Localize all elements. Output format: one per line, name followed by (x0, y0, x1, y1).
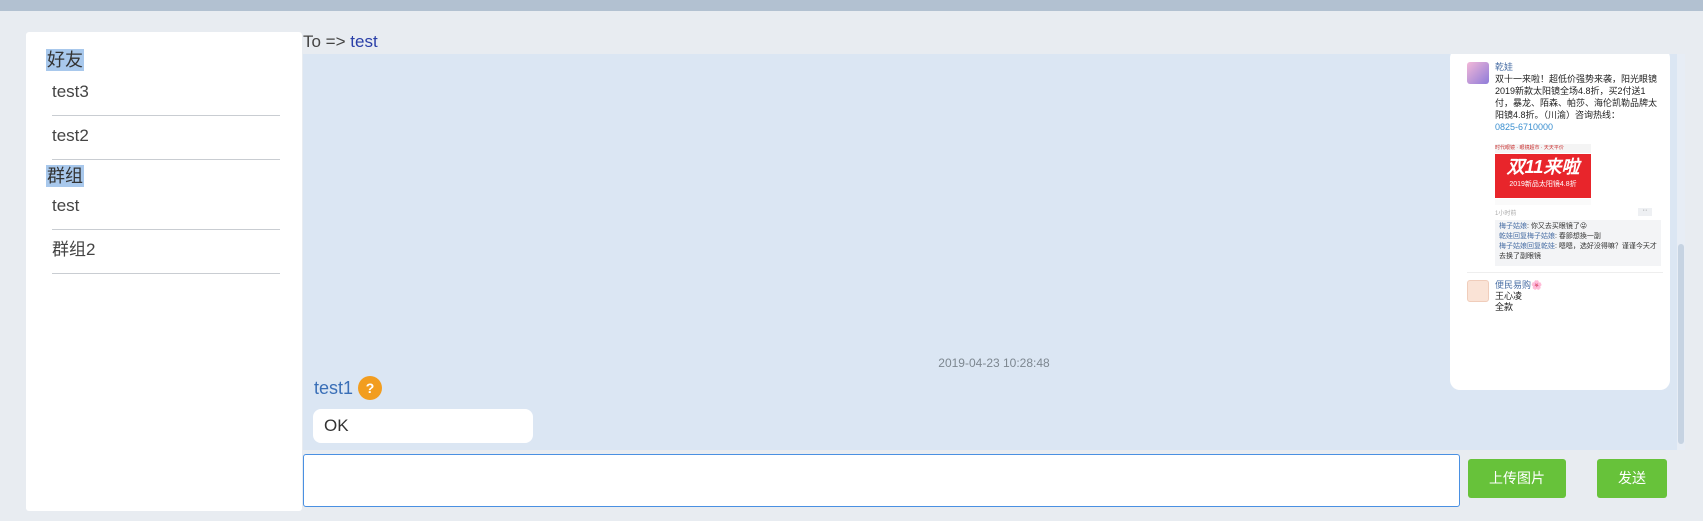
promo-image: 时代眼镜 · 眼镜超市 · 天天平价 双11来啦 2019新品太阳镜4.8折 (1495, 144, 1591, 206)
group-item[interactable]: test (52, 183, 280, 230)
contacts-sidebar: 好友 test3 test2 群组 test 群组2 (26, 32, 302, 511)
chat-scrollbar[interactable] (1677, 54, 1685, 450)
shared-image-card[interactable]: 乾娃 双十一来啦！超低价强势来袭，阳光眼镜2019新款太阳镜全场4.8折，买2付… (1450, 54, 1670, 390)
contact-item[interactable]: test3 (52, 69, 280, 116)
comment-list: 梅子姑娘: 你又去买眼镜了😜 乾娃回复梅子姑娘: 春節想換一副 梅子姑娘回复乾娃… (1495, 220, 1661, 266)
post-phone: 0825-6710000 (1495, 122, 1554, 132)
post-body: 双十一来啦！超低价强势来袭，阳光眼镜2019新款太阳镜全场4.8折，买2付送1付… (1495, 74, 1658, 120)
promo-banner: 双11来啦 2019新品太阳镜4.8折 (1495, 154, 1591, 198)
post-time: 1小时前 (1495, 211, 1517, 217)
recipient-header: To => test (303, 31, 378, 53)
upload-image-button[interactable]: 上传图片 (1468, 459, 1566, 498)
card-divider (1467, 272, 1663, 273)
post-text-2: 王心凌 全款 (1495, 291, 1523, 312)
scrollbar-thumb[interactable] (1678, 244, 1684, 444)
top-bar (0, 0, 1703, 11)
chat-messages[interactable]: 乾娃 双十一来啦！超低价强势来袭，阳光眼镜2019新款太阳镜全场4.8折，买2付… (303, 54, 1685, 450)
post-text: 双十一来啦！超低价强势来袭，阳光眼镜2019新款太阳镜全场4.8折，买2付送1付… (1495, 73, 1660, 133)
send-button[interactable]: 发送 (1597, 459, 1667, 498)
message-bubble: OK (313, 409, 533, 443)
friends-section-title: 好友 (46, 49, 84, 71)
group-item[interactable]: 群组2 (52, 227, 280, 274)
post-author-2: 便民易购🌸 (1495, 280, 1543, 290)
author2-avatar (1467, 280, 1489, 302)
comment: 梅子姑娘: 你又去买眼镜了😜 (1499, 223, 1588, 230)
promo-subline: 2019新品太阳镜4.8折 (1509, 181, 1577, 188)
sender-avatar-icon: ? (358, 376, 382, 400)
comment: 乾娃回复梅子姑娘: 春節想換一副 (1499, 233, 1601, 240)
post-author: 乾娃 (1495, 62, 1514, 72)
more-icon: ·· (1638, 207, 1652, 216)
promo-header: 时代眼镜 · 眼镜超市 · 天天平价 (1495, 144, 1591, 153)
message-timestamp: 2019-04-23 10:28:48 (938, 356, 1050, 370)
promo-footer (1495, 199, 1591, 205)
promo-headline: 双11来啦 (1506, 157, 1580, 177)
recipient-name: test (350, 32, 378, 51)
message-input[interactable] (303, 454, 1460, 507)
to-prefix: To => (303, 32, 346, 51)
comment: 梅子姑娘回复乾娃: 嗯嗯，选好没得嘛？谨谨今天才去换了副眼镜 (1499, 243, 1657, 260)
contact-item[interactable]: test2 (52, 113, 280, 160)
sender-name: test1 (314, 378, 354, 398)
author-avatar (1467, 62, 1489, 84)
